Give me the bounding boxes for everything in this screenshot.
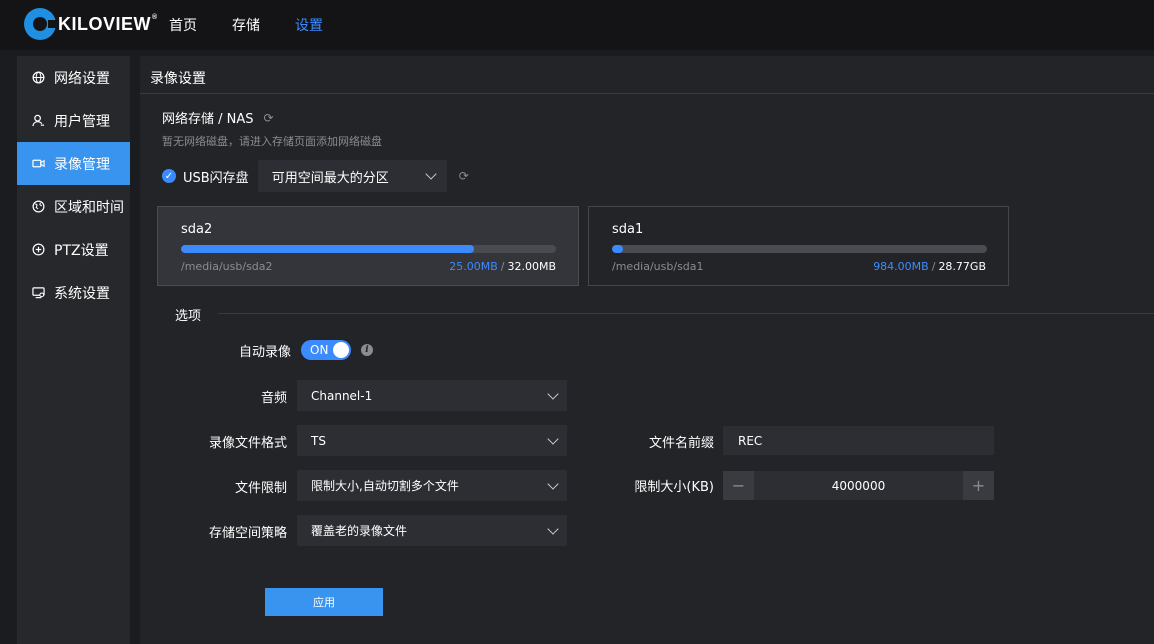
- storage-policy-value: 覆盖老的录像文件: [311, 524, 408, 538]
- nas-section-title: 网络存储 / NAS ⟳: [162, 108, 274, 128]
- size-limit-value[interactable]: 4000000: [754, 471, 963, 500]
- user-icon: [31, 114, 45, 128]
- disk-usage-fill: [181, 245, 474, 253]
- chevron-down-icon: [547, 477, 559, 490]
- file-format-value: TS: [311, 433, 326, 448]
- file-limit-value: 限制大小,自动切割多个文件: [311, 479, 459, 493]
- toggle-state: ON: [310, 343, 329, 357]
- logo-text: KILOVIEW®: [58, 13, 158, 34]
- storage-policy-select[interactable]: 覆盖老的录像文件: [297, 515, 567, 546]
- monitor-icon: [31, 286, 45, 300]
- options-divider: [218, 313, 1154, 314]
- nas-title-text: 网络存储 / NAS: [162, 112, 254, 127]
- usb-checkbox-icon[interactable]: ✓: [162, 169, 176, 183]
- usb-row: ✓ USB闪存盘 可用空间最大的分区 ⟳: [162, 160, 469, 192]
- top-bar: KILOVIEW® 首页 存储 设置: [0, 0, 1154, 50]
- disk-usage-bar: [612, 245, 987, 253]
- sidebar-item-label: 用户管理: [54, 113, 110, 130]
- disk-path: /media/usb/sda1: [612, 260, 704, 273]
- sidebar-item-label: PTZ设置: [54, 242, 109, 259]
- filename-prefix-label: 文件名前缀: [648, 436, 714, 451]
- sidebar-item-region-time[interactable]: 区域和时间: [17, 185, 130, 228]
- logo-mark-icon: [24, 8, 57, 40]
- page-title: 录像设置: [150, 71, 206, 87]
- nas-hint: 暂无网络磁盘，请进入存储页面添加网络磁盘: [162, 135, 382, 148]
- file-limit-select[interactable]: 限制大小,自动切割多个文件: [297, 470, 567, 501]
- auto-record-toggle[interactable]: ON: [301, 340, 351, 360]
- chevron-down-icon: [547, 432, 559, 445]
- chevron-down-icon: [547, 387, 559, 400]
- file-format-select[interactable]: TS: [297, 425, 567, 456]
- options-section-title: 选项: [175, 309, 202, 324]
- ptz-icon: [31, 243, 45, 257]
- nav-home[interactable]: 首页: [169, 15, 197, 35]
- file-format-label: 录像文件格式: [208, 436, 287, 451]
- storage-policy-label: 存储空间策略: [208, 526, 287, 541]
- disk-card-sda1[interactable]: sda1 /media/usb/sda1 984.00MB/28.77GB: [588, 206, 1009, 286]
- globe-icon: [31, 71, 45, 85]
- filename-prefix-input[interactable]: REC: [723, 426, 994, 455]
- kiloview-logo[interactable]: KILOVIEW®: [24, 6, 158, 42]
- decrement-button[interactable]: −: [723, 471, 754, 500]
- recording-settings-panel: 录像设置 网络存储 / NAS ⟳ 暂无网络磁盘，请进入存储页面添加网络磁盘 ✓…: [140, 56, 1154, 644]
- auto-record-label: 自动录像: [238, 345, 291, 360]
- nas-refresh-icon[interactable]: ⟳: [264, 111, 274, 125]
- audio-select-value: Channel-1: [311, 388, 373, 403]
- title-divider: [140, 93, 1154, 94]
- usb-label: USB闪存盘: [183, 170, 249, 186]
- camera-icon: [31, 157, 45, 171]
- sidebar-item-label: 网络设置: [54, 70, 110, 87]
- disk-usage-fill: [612, 245, 624, 253]
- disk-size: 984.00MB/28.77GB: [873, 260, 986, 273]
- info-icon[interactable]: i: [361, 344, 373, 356]
- nav-settings[interactable]: 设置: [295, 15, 323, 35]
- sidebar: 网络设置 用户管理 录像管理 区域和时间 PTZ设置 系统设置: [17, 56, 130, 644]
- sidebar-item-users[interactable]: 用户管理: [17, 99, 130, 142]
- increment-button[interactable]: +: [963, 471, 994, 500]
- disk-card-sda2[interactable]: sda2 /media/usb/sda2 25.00MB/32.00MB: [157, 206, 579, 286]
- nav-storage[interactable]: 存储: [232, 15, 260, 35]
- audio-label: 音频: [260, 391, 287, 406]
- sidebar-item-ptz[interactable]: PTZ设置: [17, 228, 130, 271]
- disk-usage-bar: [181, 245, 556, 253]
- disk-path: /media/usb/sda2: [181, 260, 273, 273]
- top-nav: 首页 存储 设置: [169, 0, 358, 50]
- disk-size: 25.00MB/32.00MB: [449, 260, 556, 273]
- size-limit-label: 限制大小(KB): [634, 480, 714, 495]
- toggle-knob: [333, 342, 349, 358]
- sidebar-item-recording[interactable]: 录像管理: [17, 142, 130, 185]
- partition-select-value: 可用空间最大的分区: [271, 170, 389, 186]
- sidebar-item-network[interactable]: 网络设置: [17, 56, 130, 99]
- size-limit-stepper: − 4000000 +: [723, 471, 994, 500]
- audio-select[interactable]: Channel-1: [297, 380, 567, 411]
- sidebar-item-system[interactable]: 系统设置: [17, 271, 130, 314]
- partition-select[interactable]: 可用空间最大的分区: [257, 160, 447, 192]
- chevron-down-icon: [425, 168, 437, 180]
- sidebar-item-label: 录像管理: [54, 156, 110, 173]
- file-limit-label: 文件限制: [234, 481, 287, 496]
- chevron-down-icon: [547, 522, 559, 535]
- usb-refresh-icon[interactable]: ⟳: [459, 169, 469, 183]
- sidebar-item-label: 区域和时间: [54, 199, 124, 216]
- disk-name: sda2: [181, 222, 213, 237]
- clock-icon: [31, 200, 45, 214]
- sidebar-item-label: 系统设置: [54, 285, 110, 302]
- apply-button[interactable]: 应用: [265, 588, 383, 616]
- disk-name: sda1: [612, 222, 644, 237]
